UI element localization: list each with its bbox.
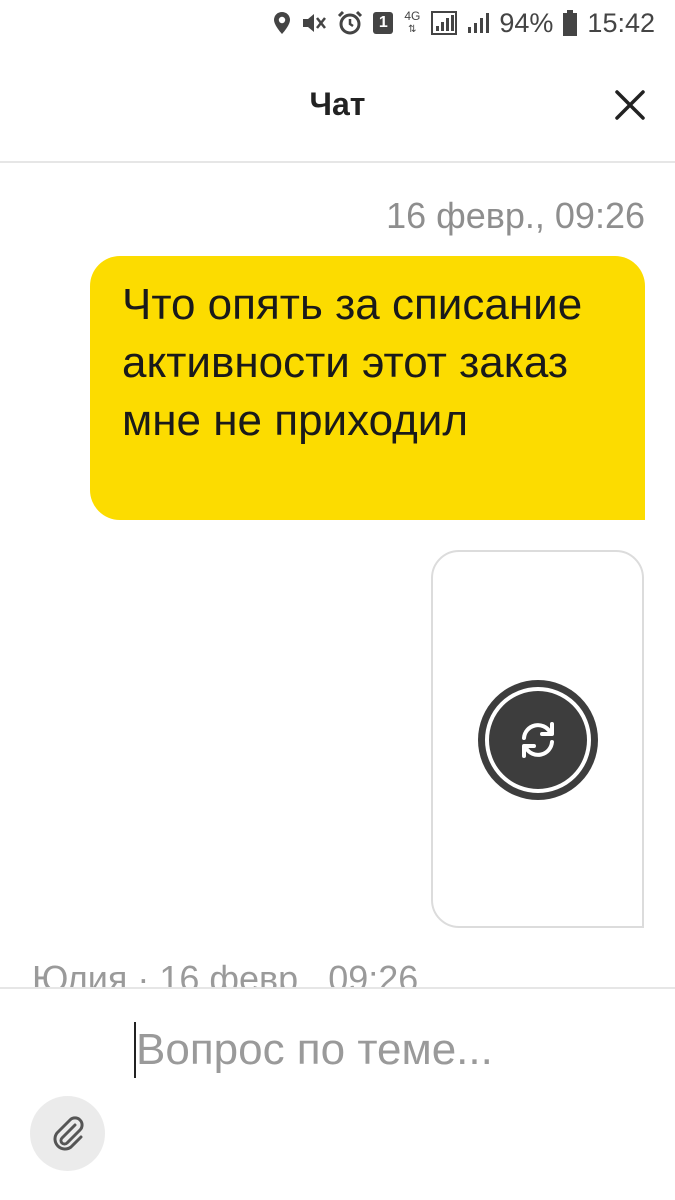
refresh-icon [522,722,554,758]
alarm-icon [337,8,363,38]
close-icon [615,90,645,120]
chat-header: Чат [0,46,675,163]
page-title: Чат [309,86,366,122]
outgoing-message-bubble: Что опять за списание активности этот за… [90,256,645,520]
signal-icon [431,8,458,38]
attach-button[interactable] [30,1096,105,1171]
clock: 15:42 [587,7,655,38]
close-button[interactable] [613,88,647,122]
status-bar: 1 4G ⇅ 94% 15:42 [0,0,675,46]
paperclip-icon [53,1116,84,1151]
composer [0,987,675,1200]
message-timestamp: 16 февр., 09:26 [386,195,645,236]
chat-screen: 1 4G ⇅ 94% 15:42 Чат 16 февр., 09:26 Что… [0,0,675,1200]
sim-icon: 1 [373,12,394,34]
location-icon [273,8,291,38]
network-label: 4G [404,9,421,23]
battery-percent: 94% [499,7,554,38]
signal-icon-2 [467,8,490,38]
reload-image-button[interactable] [478,680,598,800]
message-input[interactable] [136,1017,636,1083]
network-4g-icon: 4G ⇅ [404,9,421,35]
mute-icon [301,8,327,38]
battery-icon [563,8,578,38]
